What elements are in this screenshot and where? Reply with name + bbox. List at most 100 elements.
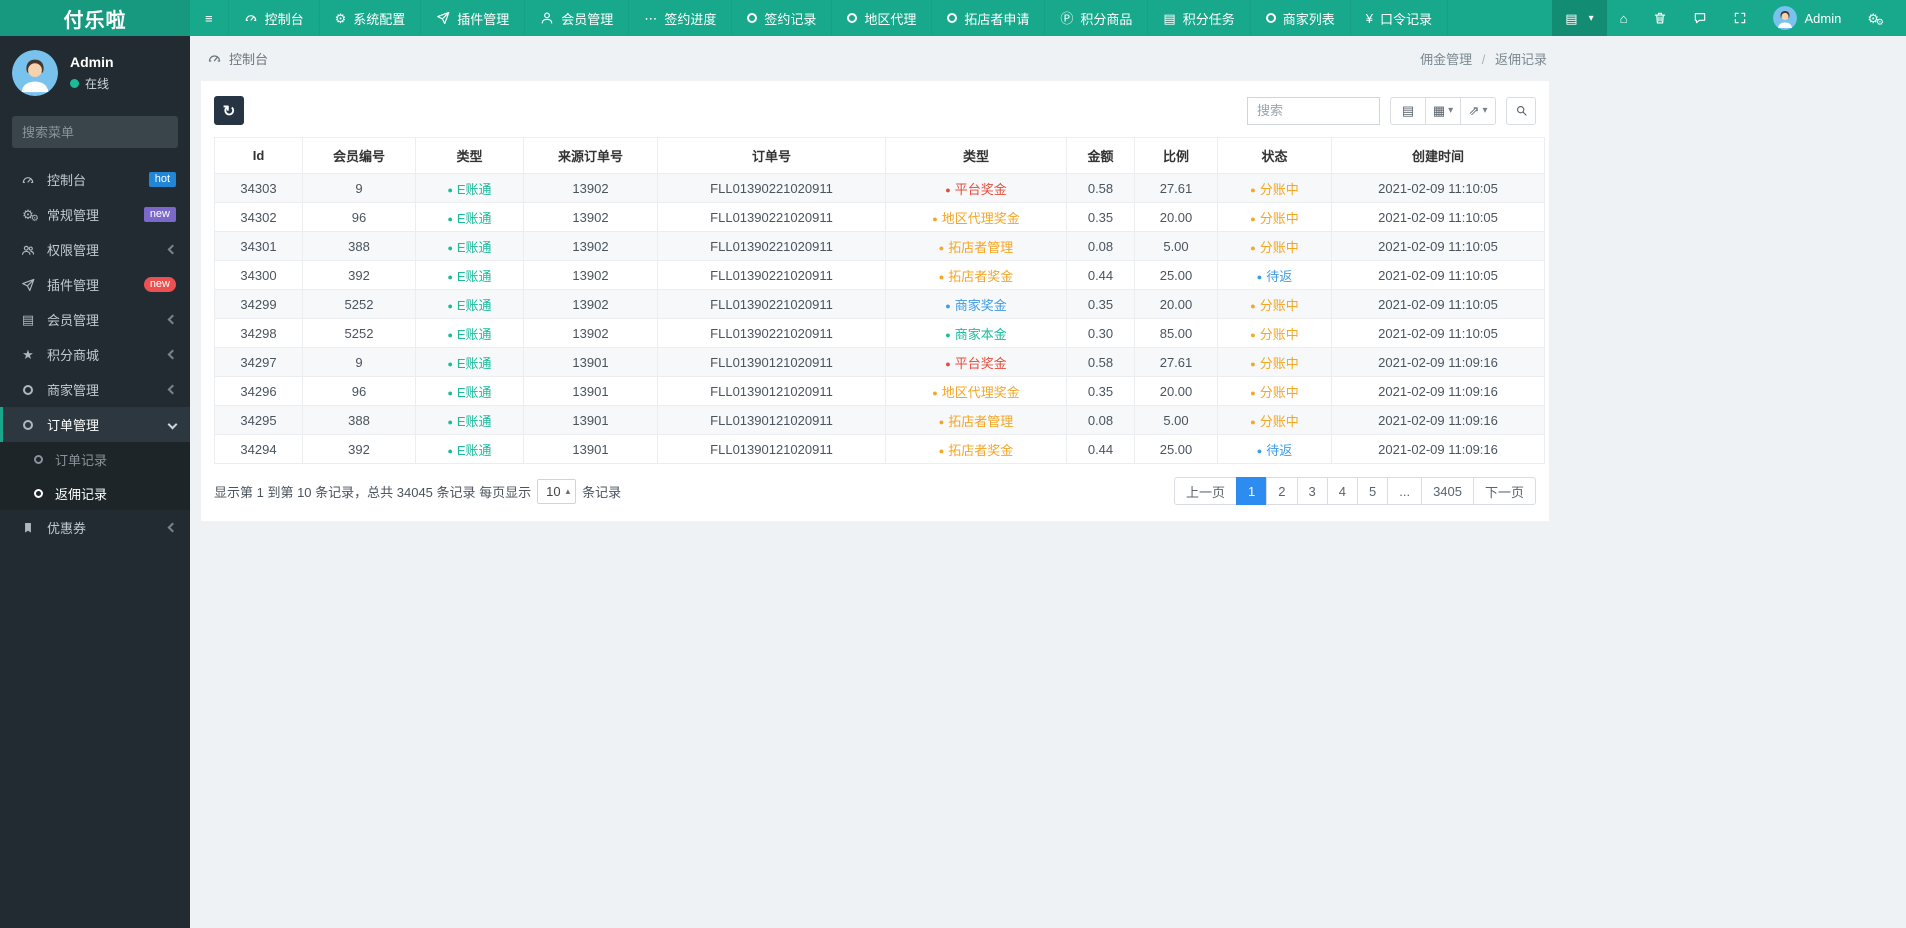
sidebar-search-input[interactable] xyxy=(22,124,198,140)
sidebar-item-会员管理[interactable]: ▤ 会员管理 xyxy=(0,302,190,337)
sidebar-item-权限管理[interactable]: 权限管理 xyxy=(0,232,190,267)
sidebar-item-常规管理[interactable]: ⚙ ⚙ 常规管理 new xyxy=(0,197,190,232)
refresh-button[interactable]: ↻ xyxy=(214,96,244,125)
sidebar-item-控制台[interactable]: 控制台 hot xyxy=(0,162,190,197)
cell-order_no: FLL01390121020911 xyxy=(657,347,886,377)
table-row[interactable]: 34298 5252 ● E账通 13902 FLL01390221020911 ● 商家本金… xyxy=(214,318,1545,348)
status-dot-icon: ● xyxy=(447,242,453,253)
nav-item-签约进度[interactable]: ⋯ 签约进度 xyxy=(629,0,733,36)
page-size-select[interactable]: 10 ▴ xyxy=(537,478,577,504)
circle-icon xyxy=(23,384,33,395)
page-button-2[interactable]: 2 xyxy=(1266,477,1298,505)
cell-source_order: 13902 xyxy=(523,289,658,319)
product-icon: Ⓟ xyxy=(1060,10,1074,26)
cell-account_type: ● E账通 xyxy=(415,202,524,232)
status-dot-icon: ● xyxy=(1250,416,1256,427)
status-dot-icon: ● xyxy=(1250,300,1256,311)
sidebar-item-订单管理[interactable]: 订单管理 xyxy=(0,407,190,442)
pagination: 上一页 1 2 3 4 5... 3405 下一页 xyxy=(1174,477,1536,505)
table-row[interactable]: 34297 9 ● E账通 13901 FLL01390121020911 ● 平台奖金 0.5… xyxy=(214,347,1545,377)
table-row[interactable]: 34302 96 ● E账通 13902 FLL01390221020911 ● 地区代理奖金… xyxy=(214,202,1545,232)
sidebar-menu: 控制台 hot ⚙ ⚙ 常规管理 new 权限管理 插件管理 new ▤ 会员管理 ★ 积分商城商家管理… xyxy=(0,162,190,545)
nav-item-会员管理[interactable]: 会员管理 xyxy=(525,0,630,36)
cell-account_type: ● E账通 xyxy=(415,347,524,377)
breadcrumb-home[interactable]: 控制台 xyxy=(229,49,268,68)
column-header-会员编号: 会员编号 xyxy=(302,137,416,174)
cell-status: ● 分账中 xyxy=(1217,173,1332,203)
nav-item-积分任务[interactable]: ▤ 积分任务 xyxy=(1148,0,1251,36)
home-button[interactable]: ⌂ xyxy=(1607,0,1641,36)
page-button-...[interactable]: ... xyxy=(1387,477,1423,505)
cell-bonus_type: ● 商家奖金 xyxy=(885,289,1067,319)
nav-item-menu-toggle[interactable]: ≡ xyxy=(190,0,229,36)
pagination-info: 显示第 1 到第 10 条记录，总共 34045 条记录 每页显示 10 ▴ 条… xyxy=(214,478,621,504)
message-button[interactable] xyxy=(1680,0,1720,36)
sidebar-item-label: 优惠券 xyxy=(47,521,87,536)
brand-logo: 付乐啦 xyxy=(0,0,190,36)
table-row[interactable]: 34300 392 ● E账通 13902 FLL01390221020911 ● 拓店者奖金… xyxy=(214,260,1545,290)
sidebar-item-label: 商家管理 xyxy=(47,383,100,398)
cell-created: 2021-02-09 11:10:05 xyxy=(1331,231,1545,261)
nav-item-控制台[interactable]: 控制台 xyxy=(229,0,320,36)
cell-ratio: 27.61 xyxy=(1134,173,1218,203)
page-button-上一页[interactable]: 上一页 xyxy=(1174,477,1238,505)
chevron-left-icon xyxy=(167,244,178,255)
page-button-1[interactable]: 1 xyxy=(1236,477,1268,505)
cell-bonus_type: ● 平台奖金 xyxy=(885,347,1067,377)
home-icon: ⌂ xyxy=(1619,10,1628,26)
circle-icon xyxy=(747,13,758,23)
table-search-input[interactable] xyxy=(1247,96,1380,125)
user-menu[interactable]: Admin xyxy=(1760,0,1854,36)
detail-view-button[interactable]: ▤ xyxy=(1390,96,1426,125)
caret-down-icon: ▾ xyxy=(1482,105,1488,116)
status-dot-icon: ● xyxy=(938,445,945,456)
nav-item-口令记录[interactable]: ¥ 口令记录 xyxy=(1351,0,1448,36)
menu-icon: ≡ xyxy=(205,10,213,26)
page-button-下一页[interactable]: 下一页 xyxy=(1472,477,1536,505)
nav-item-label: 插件管理 xyxy=(457,11,510,27)
cell-order_no: FLL01390221020911 xyxy=(657,318,886,348)
table-row[interactable]: 34295 388 ● E账通 13901 FLL01390121020911 ● 拓店者管理… xyxy=(214,405,1545,435)
cell-source_order: 13902 xyxy=(523,173,658,203)
cell-status: ● 分账中 xyxy=(1217,376,1332,406)
sidebar-item-商家管理[interactable]: 商家管理 xyxy=(0,372,190,407)
status-dot-icon: ● xyxy=(945,184,951,195)
columns-button[interactable]: ▦ ▾ xyxy=(1425,96,1461,125)
settings-button[interactable]: ⚙ ⚙ xyxy=(1854,0,1892,36)
tasks-icon: ▤ xyxy=(1163,10,1176,26)
fullscreen-button[interactable] xyxy=(1720,0,1760,36)
nav-item-地区代理[interactable]: 地区代理 xyxy=(832,0,933,36)
breadcrumb-parent[interactable]: 佣金管理 xyxy=(1420,52,1472,67)
bookmark-icon xyxy=(21,521,35,535)
page-button-5[interactable]: 5 xyxy=(1356,477,1389,505)
cell-bonus_type: ● 平台奖金 xyxy=(885,173,1067,203)
sidebar-item-积分商城[interactable]: ★ 积分商城 xyxy=(0,337,190,372)
sidebar-item-优惠券[interactable]: 优惠券 xyxy=(0,510,190,545)
table-row[interactable]: 34303 9 ● E账通 13902 FLL01390221020911 ● 平台奖金 0.5… xyxy=(214,173,1545,203)
nav-item-积分商品[interactable]: Ⓟ 积分商品 xyxy=(1045,0,1149,36)
table-row[interactable]: 34299 5252 ● E账通 13902 FLL01390221020911 ● 商家奖金… xyxy=(214,289,1545,319)
nav-item-商家列表[interactable]: 商家列表 xyxy=(1251,0,1351,36)
user-avatar[interactable] xyxy=(12,50,58,96)
page-button-3[interactable]: 3 xyxy=(1296,477,1328,505)
sidebar-item-插件管理[interactable]: 插件管理 new xyxy=(0,267,190,302)
table-row[interactable]: 34294 392 ● E账通 13901 FLL01390121020911 ● 拓店者奖金… xyxy=(214,434,1545,464)
search-button[interactable] xyxy=(1506,96,1536,125)
export-button[interactable]: ⇗ ▾ xyxy=(1460,96,1496,125)
page-button-4[interactable]: 4 xyxy=(1326,477,1358,505)
table-row[interactable]: 34301 388 ● E账通 13902 FLL01390221020911 ● 拓店者管理… xyxy=(214,231,1545,261)
nav-item-系统配置[interactable]: ⚙ 系统配置 xyxy=(320,0,422,36)
cell-account_type: ● E账通 xyxy=(415,434,524,464)
clear-cache-button[interactable] xyxy=(1640,0,1680,36)
table-row[interactable]: 34296 96 ● E账通 13901 FLL01390121020911 ● 地区代理奖金… xyxy=(214,376,1545,406)
sidebar-subitem-返佣记录[interactable]: 返佣记录 xyxy=(0,476,190,510)
cell-order_no: FLL01390121020911 xyxy=(657,434,886,464)
nav-item-拓店者申请[interactable]: 拓店者申请 xyxy=(932,0,1046,36)
nav-view-dropdown[interactable]: ▤ ▾ xyxy=(1552,0,1607,36)
column-header-类型: 类型 xyxy=(415,137,524,174)
sidebar-subitem-订单记录[interactable]: 订单记录 xyxy=(0,442,190,476)
nav-item-插件管理[interactable]: 插件管理 xyxy=(421,0,526,36)
page-button-3405[interactable]: 3405 xyxy=(1421,477,1474,505)
nav-item-label: 积分商品 xyxy=(1080,11,1133,27)
nav-item-签约记录[interactable]: 签约记录 xyxy=(732,0,833,36)
